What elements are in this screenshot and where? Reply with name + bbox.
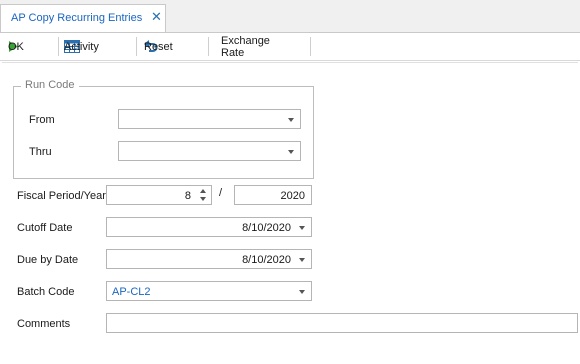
batch-code-dropdown[interactable]: AP-CL2 (106, 281, 312, 301)
reset-button[interactable]: Reset (144, 33, 173, 60)
activity-button[interactable]: Activity (64, 33, 99, 60)
toolbar: OK Activity Reset Exchange Rate (0, 33, 580, 61)
chevron-down-icon[interactable] (299, 226, 305, 230)
chevron-down-icon[interactable] (299, 290, 305, 294)
chevron-down-icon[interactable] (288, 118, 294, 122)
close-icon[interactable]: ✕ (151, 10, 162, 24)
fiscal-period-stepper[interactable]: 8 (106, 185, 212, 205)
fiscal-period-year-label: Fiscal Period/Year (17, 190, 106, 202)
chevron-down-icon[interactable] (288, 150, 294, 154)
comments-input[interactable] (106, 313, 578, 333)
thru-label: Thru (29, 146, 52, 158)
spinner-icon[interactable] (199, 187, 208, 203)
toolbar-separator (136, 37, 137, 56)
reset-label: Reset (144, 40, 173, 53)
cutoff-date-value: 8/10/2020 (242, 222, 291, 234)
cutoff-date-picker[interactable]: 8/10/2020 (106, 217, 312, 237)
run-code-group (13, 86, 314, 179)
fiscal-year-value: 2020 (280, 190, 305, 202)
due-by-date-picker[interactable]: 8/10/2020 (106, 249, 312, 269)
tab-strip: AP Copy Recurring Entries ✕ (0, 0, 580, 33)
comments-label: Comments (17, 318, 71, 330)
fiscal-separator: / (219, 187, 223, 199)
due-by-date-label: Due by Date (17, 254, 79, 266)
tab-title: AP Copy Recurring Entries (11, 12, 143, 24)
run-code-legend: Run Code (21, 79, 79, 91)
batch-code-value: AP-CL2 (112, 286, 151, 298)
chevron-down-icon[interactable] (299, 258, 305, 262)
cutoff-date-label: Cutoff Date (17, 222, 73, 234)
ok-button[interactable]: OK (8, 33, 24, 60)
activity-label: Activity (64, 40, 99, 53)
tab-ap-copy-recurring-entries[interactable]: AP Copy Recurring Entries ✕ (0, 4, 166, 32)
fiscal-year-input[interactable]: 2020 (234, 185, 312, 205)
toolbar-separator (58, 37, 59, 56)
run-code-from-dropdown[interactable] (118, 109, 301, 129)
ok-label: OK (8, 40, 24, 53)
toolbar-separator (310, 37, 311, 56)
fiscal-period-value: 8 (184, 190, 191, 202)
exchange-rate-label: Exchange Rate (221, 34, 270, 59)
batch-code-label: Batch Code (17, 286, 75, 298)
toolbar-separator (208, 37, 209, 56)
due-by-date-value: 8/10/2020 (242, 254, 291, 266)
from-label: From (29, 114, 55, 126)
run-code-thru-dropdown[interactable] (118, 141, 301, 161)
